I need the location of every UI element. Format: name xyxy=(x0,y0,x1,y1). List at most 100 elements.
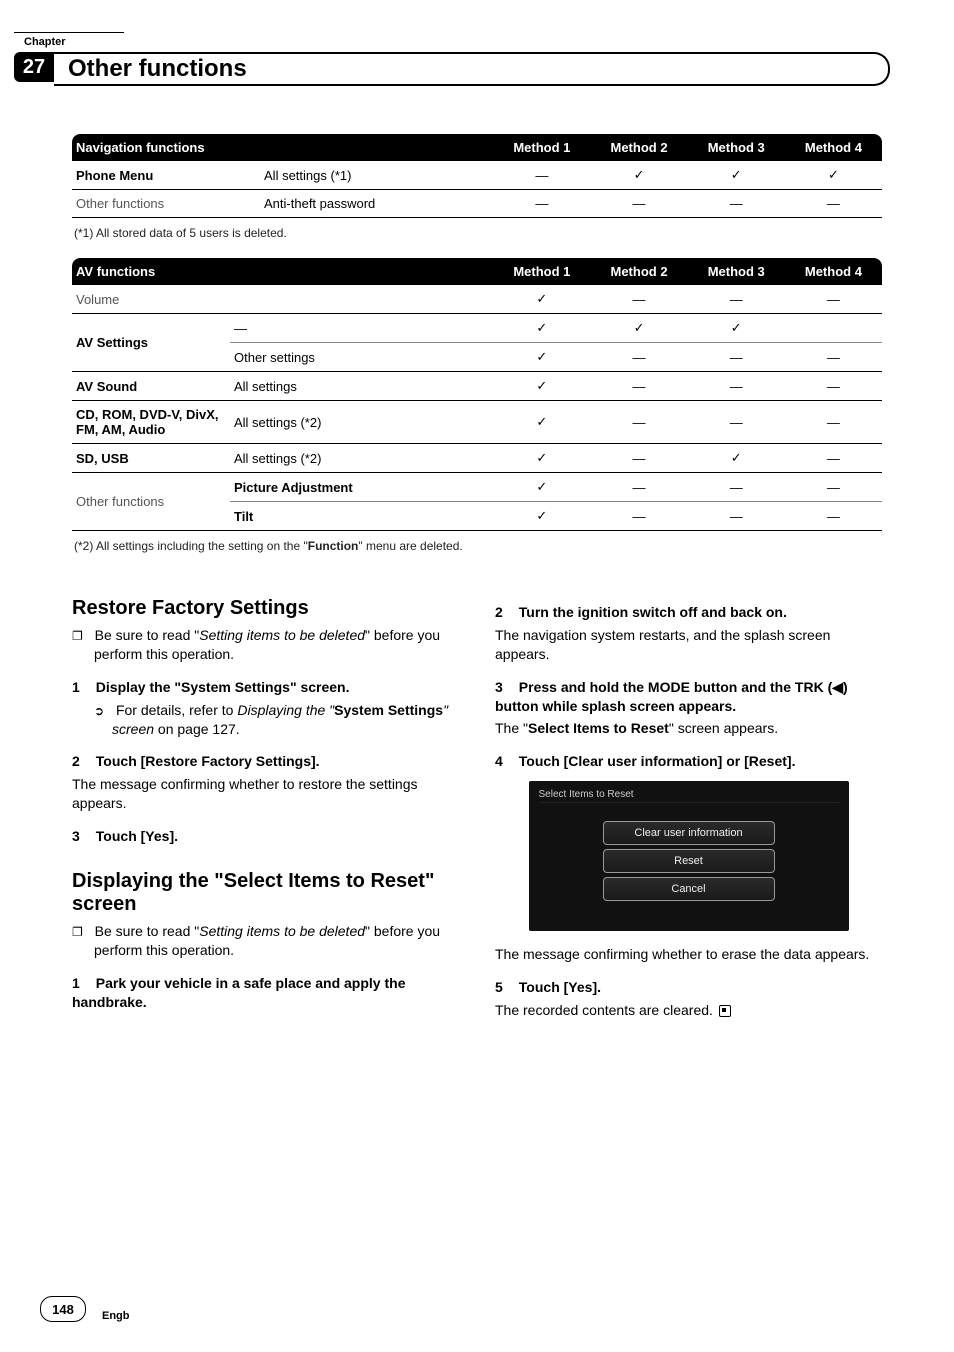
end-mark-icon xyxy=(719,1005,731,1017)
step-1: 1Display the "System Settings" screen. xyxy=(72,678,459,697)
cell-value: — xyxy=(785,190,882,218)
cell-value: — xyxy=(590,502,687,531)
cell-value: ✓ xyxy=(590,314,687,343)
cell-category: AV Sound xyxy=(72,372,230,401)
page-content: Navigation functions Method 1 Method 2 M… xyxy=(72,134,882,1024)
cell-value: ✓ xyxy=(493,502,590,531)
cell-value: — xyxy=(493,190,590,218)
cell-value: ✓ xyxy=(493,401,590,444)
screenshot-button: Reset xyxy=(603,849,775,873)
cell-setting: All settings xyxy=(230,372,493,401)
table-row: AV Sound All settings ✓ — — — xyxy=(72,372,882,401)
cell-value: — xyxy=(785,502,882,531)
step-description: The "Select Items to Reset" screen appea… xyxy=(495,719,882,738)
left-column: Restore Factory Settings Be sure to read… xyxy=(72,581,459,1024)
device-screenshot: Select Items to Reset Clear user informa… xyxy=(529,781,849,931)
cell-value: — xyxy=(688,502,785,531)
cell-value: — xyxy=(785,343,882,372)
cell-value: ✓ xyxy=(590,161,687,190)
step-3: 3Press and hold the MODE button and the … xyxy=(495,678,882,716)
cell-value: — xyxy=(688,343,785,372)
cell-value: — xyxy=(590,473,687,502)
step-description: The message confirming whether to erase … xyxy=(495,945,882,964)
chapter-number-badge: 27 xyxy=(14,52,54,82)
chapter-label: Chapter xyxy=(24,36,66,48)
cell-category: CD, ROM, DVD-V, DivX, FM, AM, Audio xyxy=(72,401,230,444)
screenshot-button: Clear user information xyxy=(603,821,775,845)
step-1b: 1Park your vehicle in a safe place and a… xyxy=(72,974,459,1012)
step-4: 4Touch [Clear user information] or [Rese… xyxy=(495,752,882,771)
cell-setting: Picture Adjustment xyxy=(230,473,493,502)
cell-value: ✓ xyxy=(688,314,785,343)
table-row: Phone Menu All settings (*1) — ✓ ✓ ✓ xyxy=(72,161,882,190)
chapter-title-frame: Other functions xyxy=(54,52,890,86)
right-column: 2Turn the ignition switch off and back o… xyxy=(495,581,882,1024)
col-header: AV functions xyxy=(72,258,493,285)
cell-value: — xyxy=(785,401,882,444)
cell-setting: — xyxy=(230,314,493,343)
note-bullet: Be sure to read "Setting items to be del… xyxy=(72,626,459,664)
cell-category: Phone Menu xyxy=(72,161,260,190)
cell-value: — xyxy=(688,285,785,314)
section-heading: Restore Factory Settings xyxy=(72,597,459,620)
cell-value: — xyxy=(493,161,590,190)
navigation-functions-table: Navigation functions Method 1 Method 2 M… xyxy=(72,134,882,218)
cell-setting: All settings (*1) xyxy=(260,161,493,190)
screenshot-button: Cancel xyxy=(603,877,775,901)
cell-setting: All settings (*2) xyxy=(230,401,493,444)
col-header: Navigation functions xyxy=(72,134,493,161)
cell-value: — xyxy=(785,444,882,473)
cell-value: ✓ xyxy=(688,444,785,473)
cell-value: ✓ xyxy=(493,473,590,502)
cell-value: — xyxy=(785,473,882,502)
col-header: Method 1 xyxy=(493,134,590,161)
cell-value: — xyxy=(785,372,882,401)
table-footnote: (*2) All settings including the setting … xyxy=(74,539,880,553)
step-description: The recorded contents are cleared. xyxy=(495,1001,882,1020)
table-head-row: Navigation functions Method 1 Method 2 M… xyxy=(72,134,882,161)
table-row: Volume ✓ — — — xyxy=(72,285,882,314)
cell-value: ✓ xyxy=(493,372,590,401)
cell-value: ✓ xyxy=(493,314,590,343)
cell-setting: Other settings xyxy=(230,343,493,372)
step-5: 5Touch [Yes]. xyxy=(495,978,882,997)
table-row: CD, ROM, DVD-V, DivX, FM, AM, Audio All … xyxy=(72,401,882,444)
cell-value: — xyxy=(590,343,687,372)
cell-value: — xyxy=(688,190,785,218)
cell-setting: All settings (*2) xyxy=(230,444,493,473)
av-functions-table: AV functions Method 1 Method 2 Method 3 … xyxy=(72,258,882,531)
cell-value: ✓ xyxy=(688,161,785,190)
table-row: SD, USB All settings (*2) ✓ — ✓ — xyxy=(72,444,882,473)
cell-value: — xyxy=(590,444,687,473)
chapter-title: Other functions xyxy=(68,55,247,83)
note-bullet: Be sure to read "Setting items to be del… xyxy=(72,922,459,960)
cell-value: — xyxy=(688,401,785,444)
col-header: Method 4 xyxy=(785,258,882,285)
col-header: Method 3 xyxy=(688,134,785,161)
page-number: 148 xyxy=(40,1296,86,1322)
table-row: AV Settings — ✓ ✓ ✓ xyxy=(72,314,882,343)
language-label: Engb xyxy=(102,1310,130,1322)
cell-value: — xyxy=(590,190,687,218)
step-description: The message confirming whether to restor… xyxy=(72,775,459,813)
table-head-row: AV functions Method 1 Method 2 Method 3 … xyxy=(72,258,882,285)
cell-category: Other functions xyxy=(72,473,230,531)
step-2: 2Touch [Restore Factory Settings]. xyxy=(72,752,459,771)
table-footnote: (*1) All stored data of 5 users is delet… xyxy=(74,226,880,240)
cell-value: — xyxy=(590,372,687,401)
step-3: 3Touch [Yes]. xyxy=(72,827,459,846)
col-header: Method 4 xyxy=(785,134,882,161)
col-header: Method 1 xyxy=(493,258,590,285)
step-description: The navigation system restarts, and the … xyxy=(495,626,882,664)
step-2: 2Turn the ignition switch off and back o… xyxy=(495,603,882,622)
section-heading: Displaying the "Select Items to Reset" s… xyxy=(72,870,459,916)
cell-value xyxy=(785,314,882,343)
sub-note: For details, refer to Displaying the "Sy… xyxy=(72,701,459,739)
cell-category: Volume xyxy=(72,285,493,314)
top-rule xyxy=(14,32,124,33)
cell-value: — xyxy=(688,372,785,401)
cell-setting: Tilt xyxy=(230,502,493,531)
cell-category: Other functions xyxy=(72,190,260,218)
cell-value: ✓ xyxy=(493,444,590,473)
col-header: Method 3 xyxy=(688,258,785,285)
